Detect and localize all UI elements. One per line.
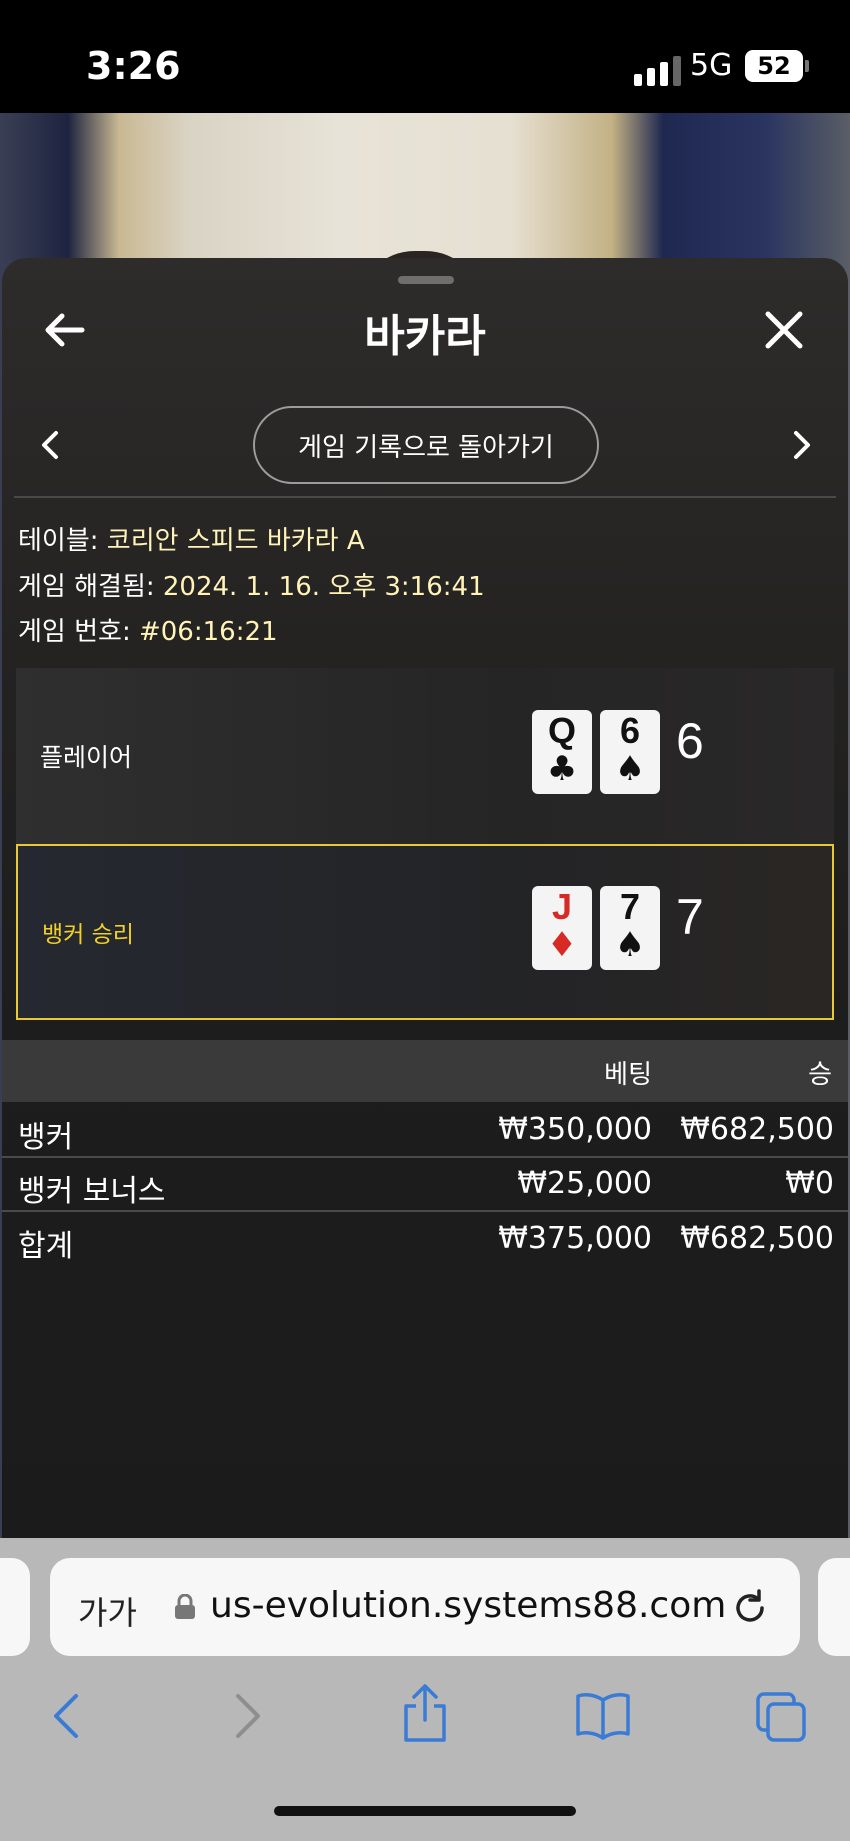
clubs-suit-icon: ♣ [546, 749, 578, 789]
address-bar[interactable]: 가가 us-evolution.systems88.com [50, 1558, 800, 1656]
banker-win-label: 뱅커 승리 [42, 922, 134, 948]
table-value: 코리안 스피드 바카라 A [106, 526, 365, 556]
game-number-value: #06:16:21 [138, 617, 278, 647]
bets-table-header: 베팅 승 [2, 1040, 848, 1102]
spades-suit-icon: ♠ [614, 749, 646, 789]
bet-amount: ₩350,000 [498, 1112, 652, 1147]
resolved-value: 2024. 1. 16. 오후 3:16:41 [162, 572, 485, 602]
win-amount: ₩682,500 [680, 1112, 834, 1147]
status-bar: 3:26 5G 52 [0, 0, 850, 113]
player-card-2: 6 ♠ [600, 710, 660, 794]
back-to-history-button[interactable]: 게임 기록으로 돌아가기 [253, 406, 599, 484]
browser-forward-icon[interactable] [232, 1688, 264, 1744]
browser-toolbar: 가가 us-evolution.systems88.com [0, 1538, 850, 1841]
reload-icon[interactable] [730, 1588, 770, 1628]
diamonds-suit-icon: ♦ [546, 925, 578, 965]
table-label: 테이블: [18, 526, 99, 556]
player-card-1: Q ♣ [532, 710, 592, 794]
table-row: 뱅커 보너스 ₩25,000 ₩0 [2, 1158, 848, 1212]
url-text[interactable]: us-evolution.systems88.com [210, 1585, 726, 1626]
win-amount: ₩682,500 [680, 1221, 834, 1256]
win-amount: ₩0 [785, 1166, 834, 1201]
signal-icon [634, 56, 681, 86]
text-size-button[interactable]: 가가 [78, 1588, 137, 1634]
banker-card-1: J ♦ [532, 886, 592, 970]
bet-column-header: 베팅 [604, 1060, 652, 1090]
table-row: 뱅커 ₩350,000 ₩682,500 [2, 1104, 848, 1158]
player-hand-row: 플레이어 Q ♣ 6 ♠ 6 [16, 668, 834, 844]
player-score: 6 [676, 713, 704, 769]
previous-tab-preview[interactable] [0, 1558, 30, 1656]
tabs-icon[interactable] [754, 1688, 810, 1744]
bet-name: 합계 [18, 1229, 74, 1264]
next-tab-preview[interactable] [818, 1558, 850, 1656]
panel-title: 바카라 [364, 311, 486, 362]
bet-amount: ₩25,000 [517, 1166, 652, 1201]
card-rank: Q [547, 710, 576, 751]
bet-amount: ₩375,000 [498, 1221, 652, 1256]
prev-game-chevron-icon[interactable] [38, 428, 62, 462]
battery-icon: 52 [745, 50, 803, 82]
network-label: 5G [690, 48, 733, 83]
player-label: 플레이어 [40, 743, 133, 772]
card-rank: J [551, 886, 573, 927]
banker-hand-row: 뱅커 승리 J ♦ 7 ♠ 7 [16, 844, 834, 1020]
card-rank: 6 [619, 710, 641, 751]
bet-name: 뱅커 보너스 [18, 1174, 166, 1209]
win-column-header: 승 [808, 1060, 832, 1090]
lock-icon [174, 1593, 196, 1620]
game-number-label: 게임 번호: [18, 617, 131, 647]
close-icon[interactable] [762, 308, 806, 352]
divider [14, 496, 836, 498]
spades-suit-icon: ♠ [614, 925, 646, 965]
resolved-info: 게임 해결됨: 2024. 1. 16. 오후 3:16:41 [18, 566, 485, 603]
banker-card-2: 7 ♠ [600, 886, 660, 970]
battery-cap [805, 60, 809, 72]
bet-name: 뱅커 [18, 1120, 74, 1155]
resolved-label: 게임 해결됨: [18, 572, 155, 602]
table-info: 테이블: 코리안 스피드 바카라 A [18, 520, 365, 557]
card-rank: 7 [619, 886, 641, 927]
next-game-chevron-icon[interactable] [790, 428, 814, 462]
banker-score: 7 [676, 889, 704, 945]
share-icon[interactable] [400, 1682, 450, 1742]
table-row-total: 합계 ₩375,000 ₩682,500 [2, 1213, 848, 1267]
bookmarks-icon[interactable] [574, 1688, 632, 1744]
home-indicator [274, 1806, 576, 1816]
game-history-panel: 바카라 게임 기록으로 돌아가기 테이블: 코리안 스피드 바카라 A 게임 해… [2, 258, 848, 1538]
game-number-info: 게임 번호: #06:16:21 [18, 611, 278, 648]
browser-back-icon[interactable] [50, 1688, 82, 1744]
drag-handle[interactable] [398, 276, 454, 284]
status-time: 3:26 [86, 44, 181, 88]
